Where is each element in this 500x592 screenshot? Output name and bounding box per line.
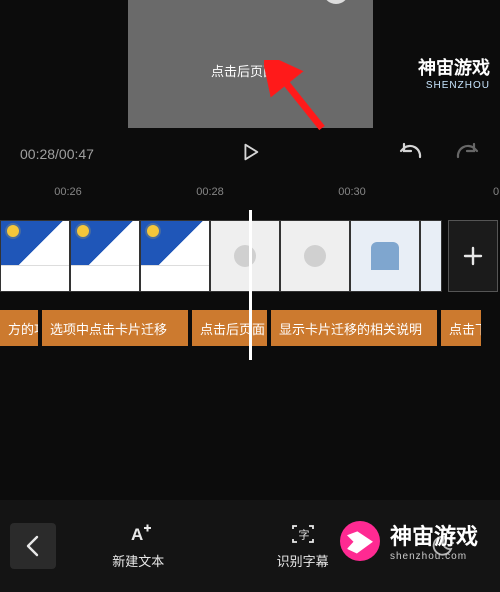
recognize-caption-label: 识别字幕	[277, 551, 329, 570]
back-button[interactable]	[10, 523, 56, 569]
clip-thumbnail[interactable]	[280, 220, 350, 292]
svg-text:A: A	[131, 525, 143, 544]
preview-frame[interactable]: 点击后页面会	[128, 0, 373, 128]
undo-button[interactable]	[398, 141, 424, 168]
play-button[interactable]	[239, 141, 261, 168]
playback-controls: 00:28/00:47	[0, 132, 500, 176]
clip-thumbnail[interactable]	[140, 220, 210, 292]
new-text-button[interactable]: A 新建文本	[56, 523, 220, 570]
new-text-label: 新建文本	[112, 551, 164, 570]
ruler-tick: 00:28	[196, 186, 224, 198]
ruler-tick: 0	[493, 186, 499, 198]
preview-marker-dot	[323, 0, 349, 4]
caption-clip[interactable]: 方的功	[0, 310, 38, 346]
text-plus-icon: A	[124, 523, 152, 545]
chevron-left-icon	[24, 534, 42, 558]
clip-thumbnail[interactable]	[210, 220, 280, 292]
caption-clip[interactable]: 点击下	[441, 310, 481, 346]
svg-text:字: 字	[298, 527, 309, 541]
clip-thumbnail[interactable]	[70, 220, 140, 292]
watermark-url: shenzhou.com	[390, 551, 478, 562]
clip-thumbnail[interactable]	[350, 220, 420, 292]
watermark-bottom: 神宙游戏 shenzhou.com	[340, 519, 478, 562]
clip-thumbnail[interactable]	[420, 220, 442, 292]
add-clip-button[interactable]	[448, 220, 498, 292]
ruler-tick: 00:30	[338, 186, 366, 198]
playback-time: 00:28/00:47	[20, 146, 94, 162]
redo-button[interactable]	[454, 141, 480, 168]
watermark-title: 神宙游戏	[390, 524, 478, 549]
caption-clip[interactable]: 选项中点击卡片迁移	[42, 310, 188, 346]
watermark-sub: SHENZHOU	[418, 80, 490, 91]
watermark-title: 神宙游戏	[418, 54, 490, 80]
caption-clip[interactable]: 显示卡片迁移的相关说明	[271, 310, 437, 346]
caption-clip[interactable]: 点击后页面	[192, 310, 267, 346]
timeline-ruler[interactable]: 00:26 00:28 00:30 0	[0, 182, 500, 204]
ruler-tick: 00:26	[54, 186, 82, 198]
scan-text-icon: 字	[290, 523, 316, 545]
watermark-top: 神宙游戏 SHENZHOU	[408, 48, 500, 97]
watermark-logo-icon	[340, 521, 380, 561]
playhead[interactable]	[249, 210, 252, 360]
clip-thumbnail[interactable]	[0, 220, 70, 292]
preview-caption: 点击后页面会	[211, 61, 289, 80]
